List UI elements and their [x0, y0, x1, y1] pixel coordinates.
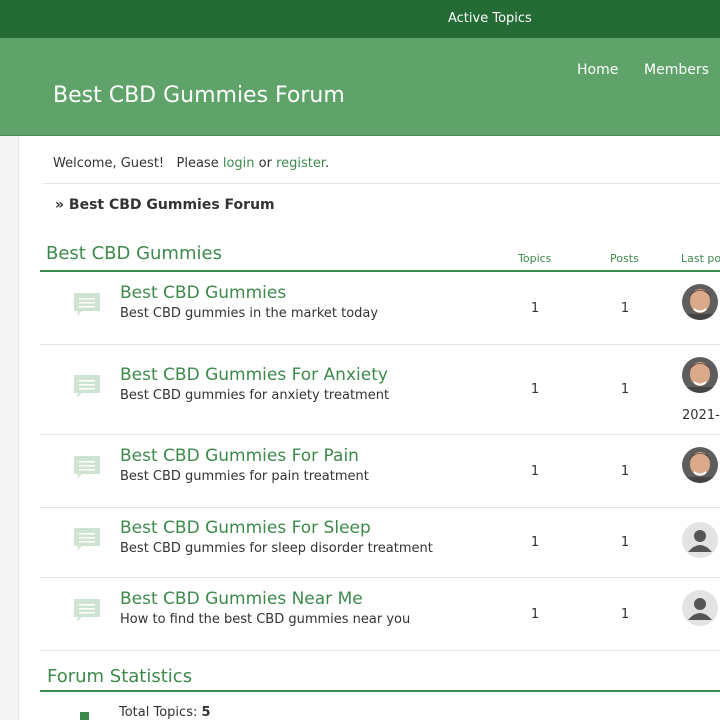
top-bar: Active Topics	[0, 0, 720, 38]
total-topics-label: Total Topics:	[119, 705, 202, 720]
posts-count: 1	[620, 464, 630, 479]
forum-description: Best CBD gummies for pain treatment	[120, 469, 369, 484]
posts-count: 1	[620, 535, 630, 550]
forum-statistics-title: Forum Statistics	[47, 666, 193, 687]
avatar[interactable]	[682, 447, 718, 483]
welcome-message: Welcome, Guest! Please login or register…	[53, 156, 329, 171]
left-sidebar-strip	[0, 136, 19, 720]
forum-bubble-icon	[73, 292, 101, 318]
forum-description: Best CBD gummies for anxiety treatment	[120, 388, 390, 403]
default-avatar-icon[interactable]	[682, 522, 718, 558]
forum-title-link[interactable]: Best CBD Gummies For Anxiety	[120, 365, 388, 385]
topics-count: 1	[530, 535, 540, 550]
topics-count: 1	[530, 301, 540, 316]
category-divider	[40, 270, 720, 272]
active-topics-link[interactable]: Active Topics	[448, 11, 532, 26]
welcome-prefix: Welcome, Guest! Please	[53, 156, 223, 171]
posts-count: 1	[620, 301, 630, 316]
welcome-or: or	[254, 156, 277, 171]
last-post-date: 2021-	[682, 408, 720, 423]
welcome-suffix: .	[325, 156, 330, 171]
default-avatar-icon[interactable]	[682, 590, 718, 626]
forum-title-link[interactable]: Best CBD Gummies For Sleep	[120, 518, 371, 538]
statistics-divider	[40, 690, 720, 692]
forum-description: Best CBD gummies for sleep disorder trea…	[120, 541, 433, 556]
site-header: Best CBD Gummies Forum Home Members	[0, 38, 720, 136]
forum-bubble-icon	[73, 455, 101, 481]
breadcrumb[interactable]: » Best CBD Gummies Forum	[55, 197, 275, 213]
forum-bubble-icon	[73, 598, 101, 624]
row-divider	[40, 434, 720, 435]
register-link[interactable]: register	[276, 156, 325, 171]
nav-members[interactable]: Members	[644, 62, 709, 78]
posts-count: 1	[620, 382, 630, 397]
divider	[43, 183, 720, 184]
forum-title-link[interactable]: Best CBD Gummies For Pain	[120, 446, 359, 466]
total-topics-value: 5	[201, 705, 211, 720]
row-divider	[40, 650, 720, 651]
login-link[interactable]: login	[223, 156, 255, 171]
total-topics: Total Topics: 5	[119, 705, 211, 720]
forum-description: How to find the best CBD gummies near yo…	[120, 612, 411, 627]
posts-count: 1	[620, 607, 630, 622]
avatar[interactable]	[682, 284, 718, 320]
site-title[interactable]: Best CBD Gummies Forum	[53, 83, 345, 108]
nav-home[interactable]: Home	[577, 62, 618, 78]
forum-title-link[interactable]: Best CBD Gummies Near Me	[120, 589, 363, 609]
topics-count: 1	[530, 607, 540, 622]
column-header-posts: Posts	[610, 252, 639, 265]
avatar[interactable]	[682, 357, 718, 393]
topics-count: 1	[530, 464, 540, 479]
topics-count: 1	[530, 382, 540, 397]
forum-description: Best CBD gummies in the market today	[120, 306, 379, 321]
column-header-last-post: Last po	[681, 252, 720, 265]
column-header-topics: Topics	[518, 252, 552, 265]
row-divider	[40, 577, 720, 578]
row-divider	[40, 344, 720, 345]
forum-title-link[interactable]: Best CBD Gummies	[120, 283, 286, 303]
category-title[interactable]: Best CBD Gummies	[46, 243, 222, 264]
statistics-icon	[80, 712, 89, 720]
forum-bubble-icon	[73, 374, 101, 400]
forum-bubble-icon	[73, 527, 101, 553]
row-divider	[40, 507, 720, 508]
